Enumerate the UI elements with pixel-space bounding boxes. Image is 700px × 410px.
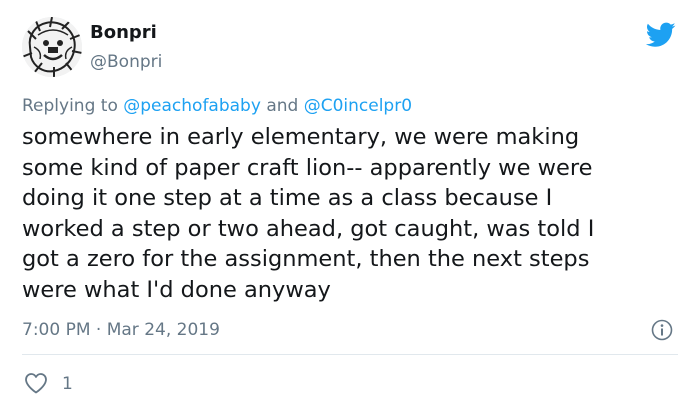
user-handle[interactable]: @Bonpri bbox=[90, 51, 162, 73]
tweet-text: somewhere in early elementary, we were m… bbox=[22, 122, 692, 305]
mention-link[interactable]: @C0incelpr0 bbox=[304, 96, 412, 116]
tweet-text-line: worked a step or two ahead, got caught, … bbox=[22, 215, 595, 242]
tweet-text-line: doing it one step at a time as a class b… bbox=[22, 185, 553, 211]
avatar[interactable] bbox=[22, 17, 82, 77]
mention-link[interactable]: @peachofababy bbox=[123, 96, 261, 116]
tweet-text-line: got a zero for the assignment, then the … bbox=[22, 246, 590, 272]
reply-context: Replying to @peachofababy and @C0incelpr… bbox=[22, 95, 412, 117]
tweet-timestamp[interactable]: 7:00 PM · Mar 24, 2019 bbox=[22, 319, 220, 341]
info-icon[interactable] bbox=[651, 319, 673, 341]
tweet-time: 7:00 PM bbox=[22, 320, 91, 340]
tweet-text-line: somewhere in early elementary, we were m… bbox=[22, 124, 580, 150]
twitter-bird-icon[interactable] bbox=[646, 22, 676, 48]
lion-drawing-avatar bbox=[22, 17, 82, 77]
tweet-text-line: some kind of paper craft lion-- apparent… bbox=[22, 154, 593, 181]
like-count: 1 bbox=[62, 374, 73, 394]
divider bbox=[22, 354, 678, 355]
meta-separator: · bbox=[95, 320, 102, 340]
display-name[interactable]: Bonpri bbox=[90, 22, 157, 44]
heart-icon[interactable] bbox=[24, 372, 48, 394]
tweet-text-line: were what I'd done anyway bbox=[22, 276, 331, 303]
tweet-date: Mar 24, 2019 bbox=[106, 320, 220, 340]
tweet-card: Bonpri @Bonpri Replying to @peachofababy… bbox=[0, 0, 700, 410]
reply-prefix: Replying to bbox=[22, 96, 118, 116]
reply-conjunction: and bbox=[266, 96, 299, 116]
